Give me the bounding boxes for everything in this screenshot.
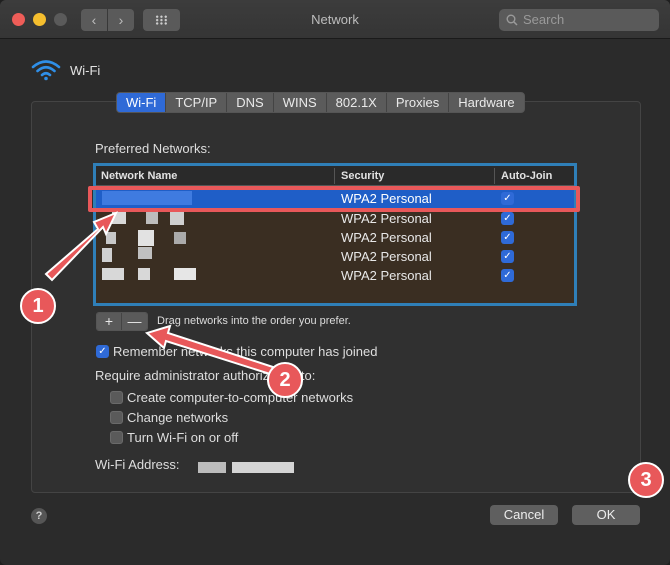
column-auto-join[interactable]: Auto-Join <box>501 170 552 182</box>
remove-network-button[interactable]: — <box>122 313 147 330</box>
preferred-networks-table[interactable]: Network Name Security Auto-Join WPA2 Per… <box>93 163 577 306</box>
tab-tcpip[interactable]: TCP/IP <box>166 93 228 112</box>
security-cell: WPA2 Personal <box>341 249 432 264</box>
cancel-button[interactable]: Cancel <box>490 505 558 525</box>
column-network-name[interactable]: Network Name <box>101 170 177 182</box>
highlight-box <box>88 186 580 212</box>
redacted-network-name <box>146 212 158 224</box>
annotation-badge-1: 1 <box>20 288 56 324</box>
security-cell: WPA2 Personal <box>341 230 432 245</box>
network-preferences-window: ‹ › Network Search Wi-Fi Wi-Fi TCP/IP DN… <box>0 0 670 565</box>
tab-wifi[interactable]: Wi-Fi <box>117 93 167 112</box>
security-cell: WPA2 Personal <box>341 211 432 226</box>
wifi-icon <box>31 60 61 81</box>
change-networks-label: Change networks <box>127 410 229 425</box>
redacted-address <box>198 462 226 473</box>
security-cell: WPA2 Personal <box>341 268 432 283</box>
redacted-network-name <box>102 248 112 262</box>
redacted-network-name <box>174 232 186 244</box>
search-field[interactable]: Search <box>499 9 659 31</box>
tab-proxies[interactable]: Proxies <box>387 93 450 112</box>
column-divider <box>334 168 335 184</box>
turn-wifi-label: Turn Wi-Fi on or off <box>127 430 239 445</box>
ok-button[interactable]: OK <box>572 505 640 525</box>
table-row[interactable]: WPA2 Personal ✓ <box>96 228 574 247</box>
tab-bar: Wi-Fi TCP/IP DNS WINS 802.1X Proxies Har… <box>116 92 525 113</box>
redacted-network-name <box>106 232 116 244</box>
redacted-network-name <box>138 247 152 259</box>
drag-hint: Drag networks into the order you prefer. <box>157 315 351 327</box>
annotation-badge-3: 3 <box>628 462 664 498</box>
add-remove-control: + — <box>96 312 148 331</box>
remember-networks-label: Remember networks this computer has join… <box>113 344 378 359</box>
table-header: Network Name Security Auto-Join <box>96 166 574 186</box>
auto-join-checkbox[interactable]: ✓ <box>501 231 514 244</box>
create-network-checkbox[interactable] <box>110 391 123 404</box>
interface-title: Wi-Fi <box>70 63 101 78</box>
create-network-label: Create computer-to-computer networks <box>127 390 354 405</box>
column-security[interactable]: Security <box>341 170 384 182</box>
help-button[interactable]: ? <box>31 508 47 524</box>
search-placeholder: Search <box>523 12 565 27</box>
preferred-networks-label: Preferred Networks: <box>95 141 211 156</box>
change-networks-checkbox[interactable] <box>110 411 123 424</box>
table-row[interactable]: WPA2 Personal ✓ <box>96 247 574 266</box>
tab-8021x[interactable]: 802.1X <box>327 93 387 112</box>
search-icon <box>506 14 518 26</box>
annotation-badge-2: 2 <box>267 362 303 398</box>
redacted-network-name <box>138 268 150 280</box>
redacted-network-name <box>138 230 154 246</box>
redacted-address <box>232 462 294 473</box>
remember-networks-checkbox[interactable]: ✓ <box>96 345 109 358</box>
auto-join-checkbox[interactable]: ✓ <box>501 250 514 263</box>
table-row[interactable]: WPA2 Personal ✓ <box>96 266 574 285</box>
tab-wins[interactable]: WINS <box>274 93 327 112</box>
turn-wifi-checkbox[interactable] <box>110 431 123 444</box>
tab-dns[interactable]: DNS <box>227 93 274 112</box>
redacted-network-name <box>174 268 196 280</box>
title-bar: ‹ › Network Search <box>0 0 670 39</box>
tab-hardware[interactable]: Hardware <box>449 93 523 112</box>
auto-join-checkbox[interactable]: ✓ <box>501 269 514 282</box>
redacted-network-name <box>112 212 126 224</box>
wifi-address-label: Wi-Fi Address: <box>95 457 180 472</box>
wifi-header: Wi-Fi <box>31 59 100 84</box>
auto-join-checkbox[interactable]: ✓ <box>501 212 514 225</box>
add-network-button[interactable]: + <box>97 313 122 330</box>
redacted-network-name <box>102 268 124 280</box>
column-divider <box>494 168 495 184</box>
